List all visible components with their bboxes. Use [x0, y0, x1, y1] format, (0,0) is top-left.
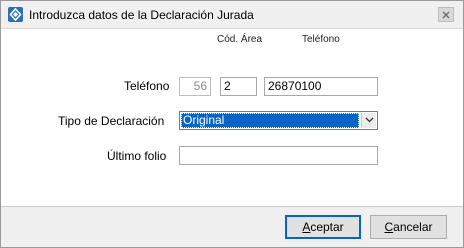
cancel-label-rest: ancelar	[393, 220, 433, 234]
last-folio-field[interactable]	[179, 146, 378, 165]
app-icon	[8, 7, 23, 22]
chevron-down-icon[interactable]	[361, 113, 376, 128]
declaration-type-select[interactable]: Original	[179, 111, 378, 130]
declaration-type-value: Original	[181, 113, 359, 128]
button-bar: Aceptar Cancelar	[1, 206, 463, 247]
window-title: Introduzca datos de la Declaración Jurad…	[29, 8, 254, 22]
phone-label: Teléfono	[124, 79, 170, 93]
area-code-header: Cód. Área	[217, 34, 263, 45]
phone-number-field[interactable]: 26870100	[264, 77, 378, 96]
last-folio-label: Último folio	[107, 149, 167, 163]
title-bar[interactable]: Introduzca datos de la Declaración Jurad…	[1, 1, 463, 29]
country-code-field: 56	[179, 77, 211, 96]
cancel-mnemonic: C	[384, 220, 394, 234]
area-code-field[interactable]: 2	[220, 77, 257, 96]
phone-number-header: Teléfono	[302, 34, 340, 45]
accept-label-rest: ceptar	[310, 220, 344, 234]
accept-button[interactable]: Aceptar	[285, 215, 361, 239]
close-icon[interactable]	[438, 7, 454, 22]
dialog-window: Introduzca datos de la Declaración Jurad…	[0, 0, 464, 248]
declaration-type-label: Tipo de Declaración	[58, 114, 165, 128]
cancel-button[interactable]: Cancelar	[370, 215, 447, 239]
